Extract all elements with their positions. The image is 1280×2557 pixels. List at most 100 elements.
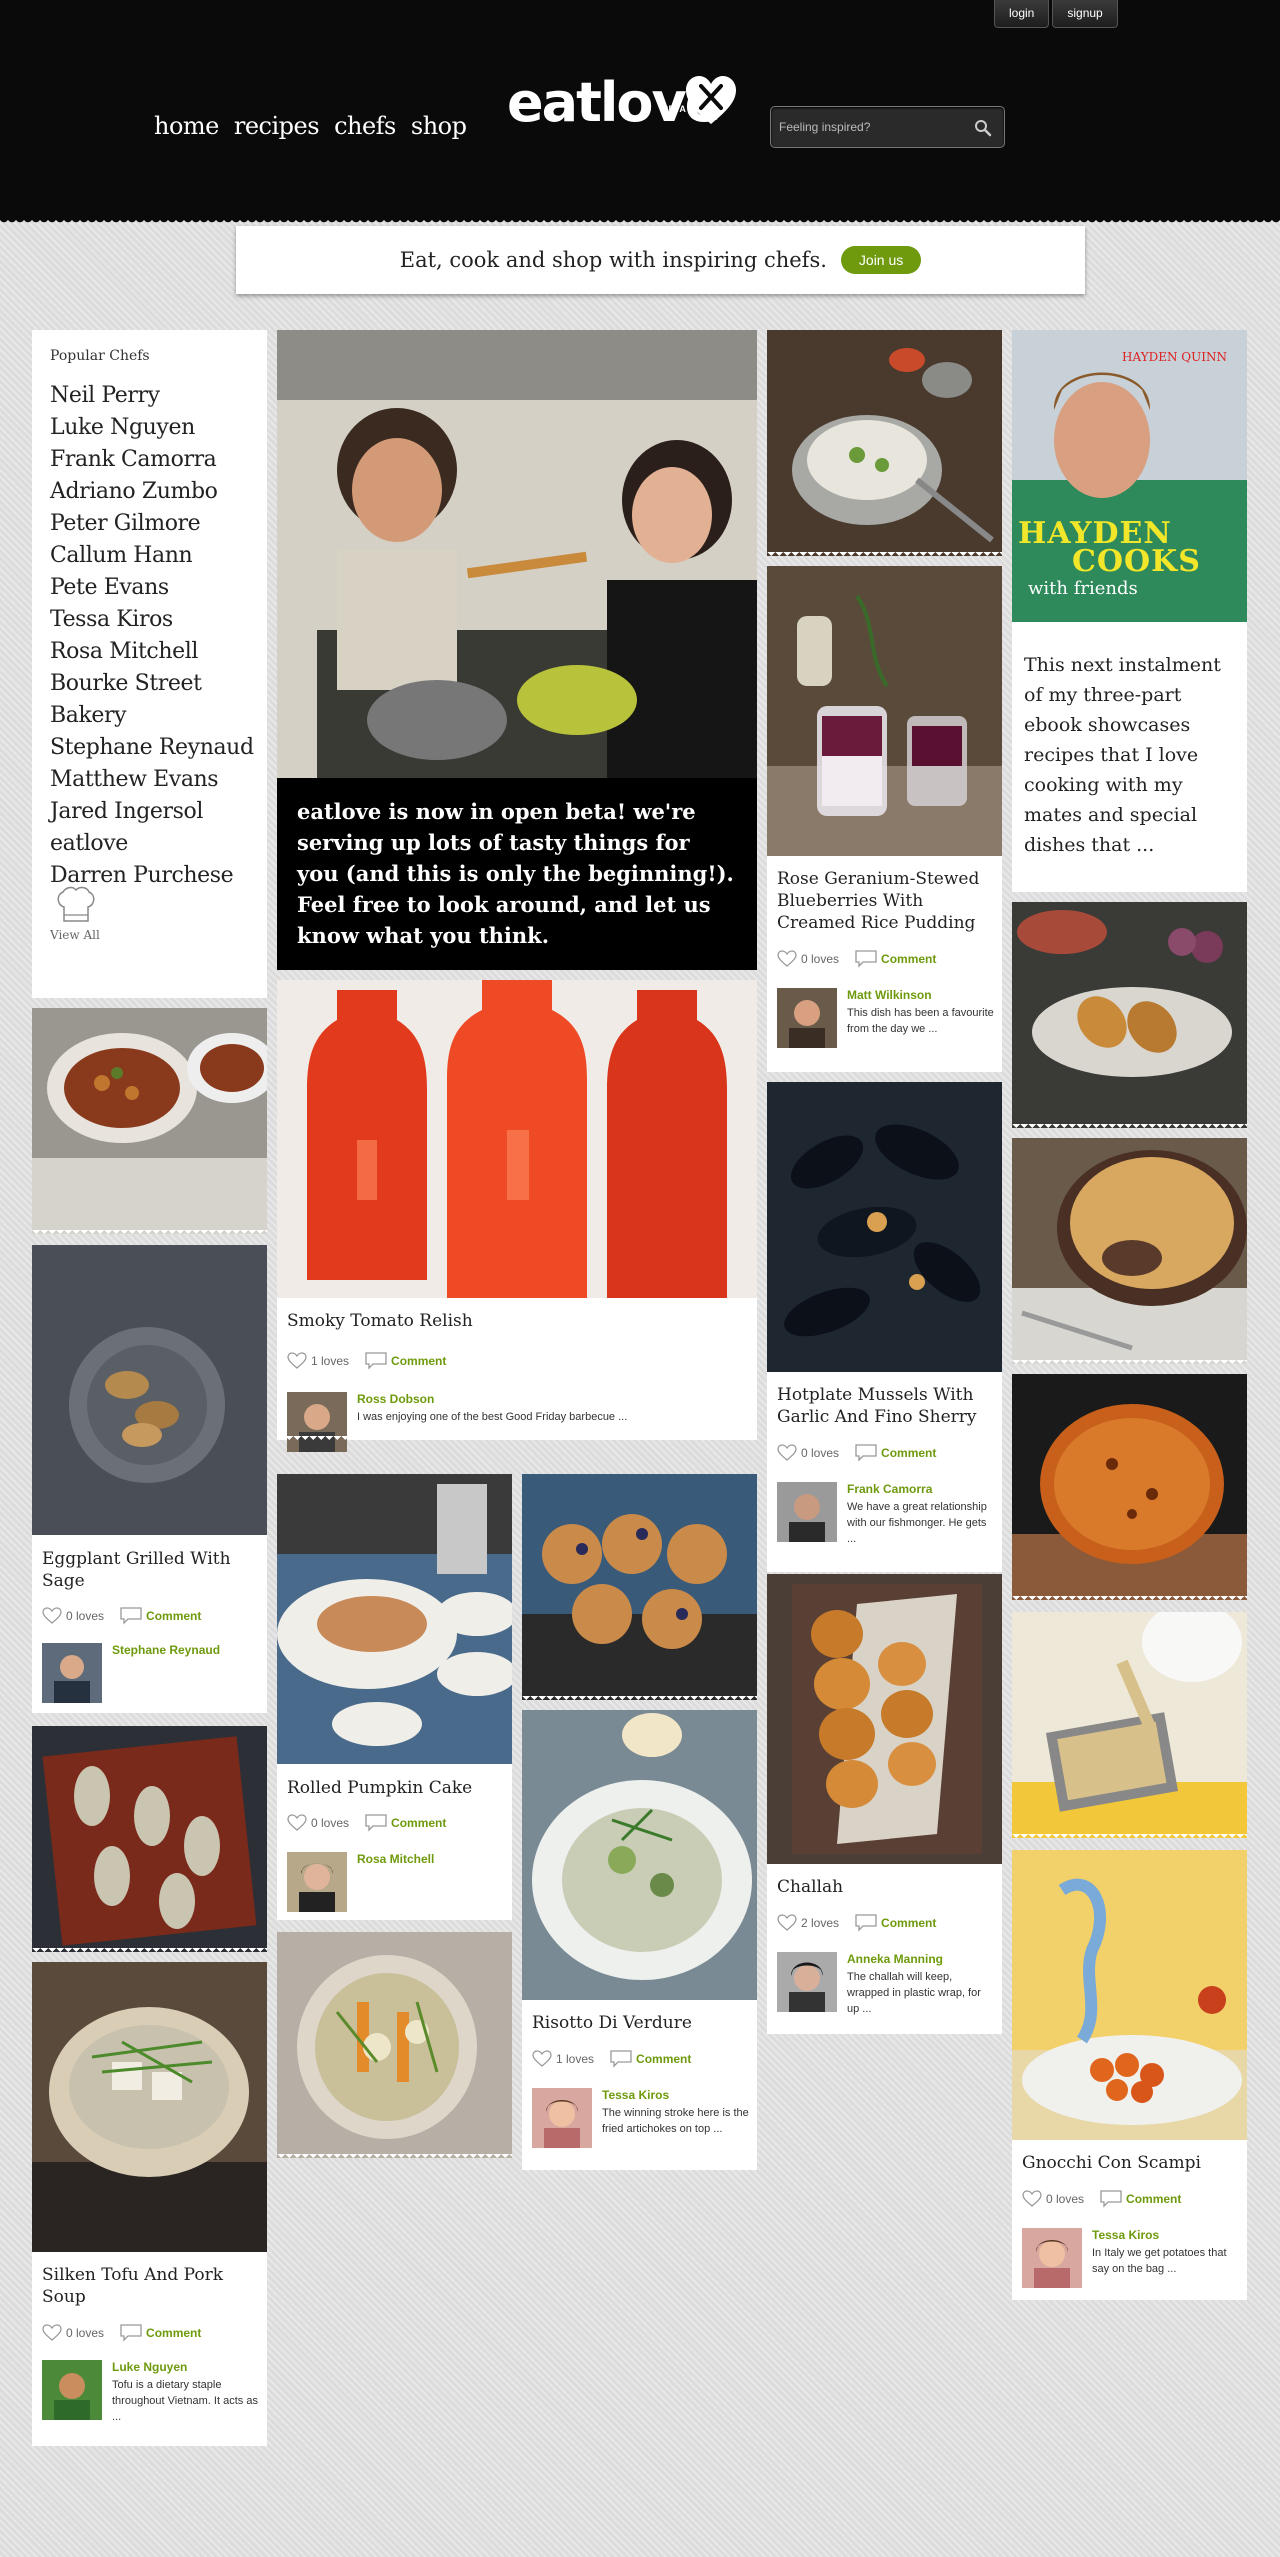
recipe-photo[interactable] xyxy=(277,980,757,1298)
author-name[interactable]: Matt Wilkinson xyxy=(847,988,994,1002)
chef-link[interactable]: Tessa Kiros xyxy=(50,604,261,636)
avatar[interactable] xyxy=(42,1643,102,1703)
recipe-card-rose[interactable]: Rose Geranium-Stewed Blueberries With Cr… xyxy=(767,566,1002,1076)
love-heart-icon[interactable] xyxy=(42,1607,62,1625)
author-name[interactable]: Stephane Reynaud xyxy=(112,1643,220,1657)
recipe-photo[interactable] xyxy=(767,566,1002,856)
recipe-photo[interactable] xyxy=(1012,1612,1247,1838)
login-button[interactable]: login xyxy=(994,0,1050,28)
love-heart-icon[interactable] xyxy=(287,1352,307,1370)
comment-link[interactable]: Comment xyxy=(146,2326,201,2340)
recipe-card[interactable] xyxy=(1012,1374,1247,1604)
recipe-photo[interactable] xyxy=(32,1008,267,1234)
love-heart-icon[interactable] xyxy=(532,2050,552,2068)
recipe-title[interactable]: Gnocchi Con Scampi xyxy=(1022,2152,1237,2174)
recipe-photo[interactable] xyxy=(32,1726,267,1952)
hero-photo[interactable] xyxy=(277,330,757,778)
recipe-card-eggplant[interactable]: Eggplant Grilled With Sage 0 loves Comme… xyxy=(32,1245,267,1717)
recipe-card-mussels[interactable]: Hotplate Mussels With Garlic And Fino Sh… xyxy=(767,1082,1002,1576)
chef-link[interactable]: Bourke Street Bakery xyxy=(50,668,261,732)
recipe-photo[interactable] xyxy=(522,1474,757,1700)
love-heart-icon[interactable] xyxy=(777,950,797,968)
recipe-photo[interactable] xyxy=(767,1082,1002,1372)
recipe-photo[interactable] xyxy=(767,330,1002,556)
comment-link[interactable]: Comment xyxy=(881,1916,936,1930)
comment-bubble-icon[interactable] xyxy=(365,1814,387,1832)
comment-link[interactable]: Comment xyxy=(636,2052,691,2066)
avatar[interactable] xyxy=(777,988,837,1048)
nav-recipes[interactable]: recipes xyxy=(234,112,320,140)
comment-bubble-icon[interactable] xyxy=(610,2050,632,2068)
recipe-photo[interactable] xyxy=(277,1474,512,1764)
recipe-card-challah[interactable]: Challah 2 loves Comment Anneka Manning Th… xyxy=(767,1574,1002,2038)
author-name[interactable]: Ross Dobson xyxy=(357,1392,627,1406)
recipe-photo[interactable] xyxy=(1012,1138,1247,1364)
nav-chefs[interactable]: chefs xyxy=(334,112,396,140)
recipe-card-tofu[interactable]: Silken Tofu And Pork Soup 0 loves Commen… xyxy=(32,1962,267,2450)
ebook-cover[interactable]: HAYDEN QUINN HAYDEN COOKS with friends xyxy=(1012,330,1247,622)
nav-shop[interactable]: shop xyxy=(411,112,467,140)
comment-link[interactable]: Comment xyxy=(146,1609,201,1623)
author-name[interactable]: Rosa Mitchell xyxy=(357,1852,434,1866)
recipe-title[interactable]: Rolled Pumpkin Cake xyxy=(287,1777,502,1799)
comment-link[interactable]: Comment xyxy=(881,952,936,966)
comment-link[interactable]: Comment xyxy=(1126,2192,1181,2206)
recipe-card[interactable] xyxy=(1012,902,1247,1132)
chef-link[interactable]: Matthew Evans xyxy=(50,764,261,796)
avatar[interactable] xyxy=(777,1482,837,1542)
recipe-card[interactable] xyxy=(767,330,1002,560)
search-icon[interactable] xyxy=(974,119,992,137)
recipe-photo[interactable] xyxy=(277,1932,512,2158)
avatar[interactable] xyxy=(287,1852,347,1912)
recipe-photo[interactable] xyxy=(1012,1374,1247,1600)
recipe-card[interactable] xyxy=(32,1008,267,1238)
recipe-card-risotto[interactable]: Risotto Di Verdure 1 loves Comment Tessa… xyxy=(522,1710,757,2174)
love-heart-icon[interactable] xyxy=(42,2324,62,2342)
recipe-card-pumpkin[interactable]: Rolled Pumpkin Cake 0 loves Comment Rosa… xyxy=(277,1474,512,1924)
search-input[interactable] xyxy=(779,117,959,137)
recipe-card-smoky[interactable]: Smoky Tomato Relish 1 loves Comment Ross… xyxy=(277,980,757,1452)
chef-link[interactable]: Adriano Zumbo xyxy=(50,476,261,508)
recipe-title[interactable]: Eggplant Grilled With Sage xyxy=(42,1548,257,1592)
chef-link[interactable]: Stephane Reynaud xyxy=(50,732,261,764)
comment-bubble-icon[interactable] xyxy=(120,1607,142,1625)
recipe-title[interactable]: Silken Tofu And Pork Soup xyxy=(42,2264,257,2308)
author-name[interactable]: Luke Nguyen xyxy=(112,2360,259,2374)
chef-hat-icon[interactable] xyxy=(54,885,98,925)
beta-announcement-text[interactable]: eatlove is now in open beta! we're servi… xyxy=(277,778,757,970)
comment-bubble-icon[interactable] xyxy=(120,2324,142,2342)
chef-link[interactable]: Neil Perry xyxy=(50,380,261,412)
comment-link[interactable]: Comment xyxy=(391,1816,446,1830)
comment-link[interactable]: Comment xyxy=(391,1354,446,1368)
chef-link[interactable]: Luke Nguyen xyxy=(50,412,261,444)
recipe-photo[interactable] xyxy=(32,1962,267,2252)
recipe-photo[interactable] xyxy=(522,1710,757,2000)
recipe-title[interactable]: Rose Geranium-Stewed Blueberries With Cr… xyxy=(777,868,992,934)
recipe-card[interactable] xyxy=(1012,1138,1247,1368)
recipe-photo[interactable] xyxy=(32,1245,267,1535)
recipe-title[interactable]: Hotplate Mussels With Garlic And Fino Sh… xyxy=(777,1384,992,1428)
recipe-title[interactable]: Challah xyxy=(777,1876,992,1898)
recipe-photo[interactable] xyxy=(1012,902,1247,1128)
avatar[interactable] xyxy=(287,1392,347,1452)
comment-bubble-icon[interactable] xyxy=(855,1914,877,1932)
recipe-card[interactable] xyxy=(277,1932,512,2162)
author-name[interactable]: Tessa Kiros xyxy=(602,2088,749,2102)
recipe-card[interactable] xyxy=(1012,1612,1247,1842)
love-heart-icon[interactable] xyxy=(777,1914,797,1932)
comment-bubble-icon[interactable] xyxy=(855,1444,877,1462)
love-heart-icon[interactable] xyxy=(287,1814,307,1832)
chef-link[interactable]: Rosa Mitchell xyxy=(50,636,261,668)
recipe-title[interactable]: Risotto Di Verdure xyxy=(532,2012,747,2034)
love-heart-icon[interactable] xyxy=(777,1444,797,1462)
recipe-card[interactable] xyxy=(32,1726,267,1956)
author-name[interactable]: Frank Camorra xyxy=(847,1482,994,1496)
chef-link[interactable]: Frank Camorra xyxy=(50,444,261,476)
comment-bubble-icon[interactable] xyxy=(1100,2190,1122,2208)
chef-link[interactable]: eatlove xyxy=(50,828,261,860)
author-name[interactable]: Tessa Kiros xyxy=(1092,2228,1239,2242)
chef-link[interactable]: Jared Ingersol xyxy=(50,796,261,828)
chef-link[interactable]: Peter Gilmore xyxy=(50,508,261,540)
chef-link[interactable]: Pete Evans xyxy=(50,572,261,604)
signup-button[interactable]: signup xyxy=(1052,0,1118,28)
